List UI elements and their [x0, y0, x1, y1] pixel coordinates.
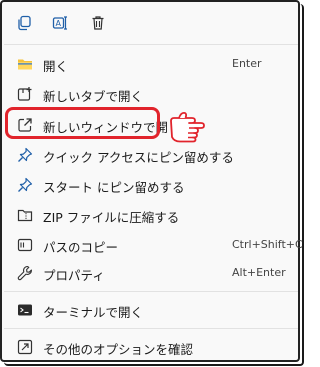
pin-icon: [17, 147, 33, 163]
menu-toolbar: A: [2, 2, 298, 44]
context-menu: A 開く Enter 新しいタブで開く 新しいウィンドウで開く クイック アクセ…: [0, 0, 303, 362]
menu-item-open-new-tab[interactable]: 新しいタブで開く: [4, 80, 298, 108]
new-tab-icon: [17, 86, 33, 102]
zip-icon: [17, 207, 33, 223]
copy-icon[interactable]: [11, 10, 37, 36]
menu-item-pin-quick-access[interactable]: クイック アクセスにピン留めする: [4, 141, 298, 169]
menu-item-open[interactable]: 開く Enter: [4, 50, 298, 78]
menu-item-copy-path[interactable]: パスのコピー Ctrl+Shift+C: [4, 231, 303, 259]
separator: [4, 44, 298, 45]
properties-icon: [17, 265, 33, 281]
folder-icon: [17, 56, 33, 72]
terminal-icon: [17, 302, 33, 318]
svg-text:A: A: [56, 19, 62, 28]
menu-item-properties[interactable]: プロパティ Alt+Enter: [4, 259, 298, 287]
more-options-icon: [17, 339, 33, 355]
menu-item-open-terminal[interactable]: ターミナルで開く: [4, 296, 298, 324]
copy-path-icon: [17, 237, 33, 253]
highlight-box: [5, 107, 160, 139]
menu-item-pin-start[interactable]: スタート にピン留めする: [4, 171, 298, 199]
delete-icon[interactable]: [85, 10, 111, 36]
pointing-hand-icon: [168, 104, 208, 144]
rename-icon[interactable]: A: [47, 10, 73, 36]
menu-item-compress-zip[interactable]: ZIP ファイルに圧縮する: [4, 201, 298, 229]
separator: [4, 291, 298, 292]
menu-item-more-options[interactable]: その他のオプションを確認: [4, 333, 298, 361]
pin-start-icon: [17, 177, 33, 193]
separator: [4, 328, 298, 329]
